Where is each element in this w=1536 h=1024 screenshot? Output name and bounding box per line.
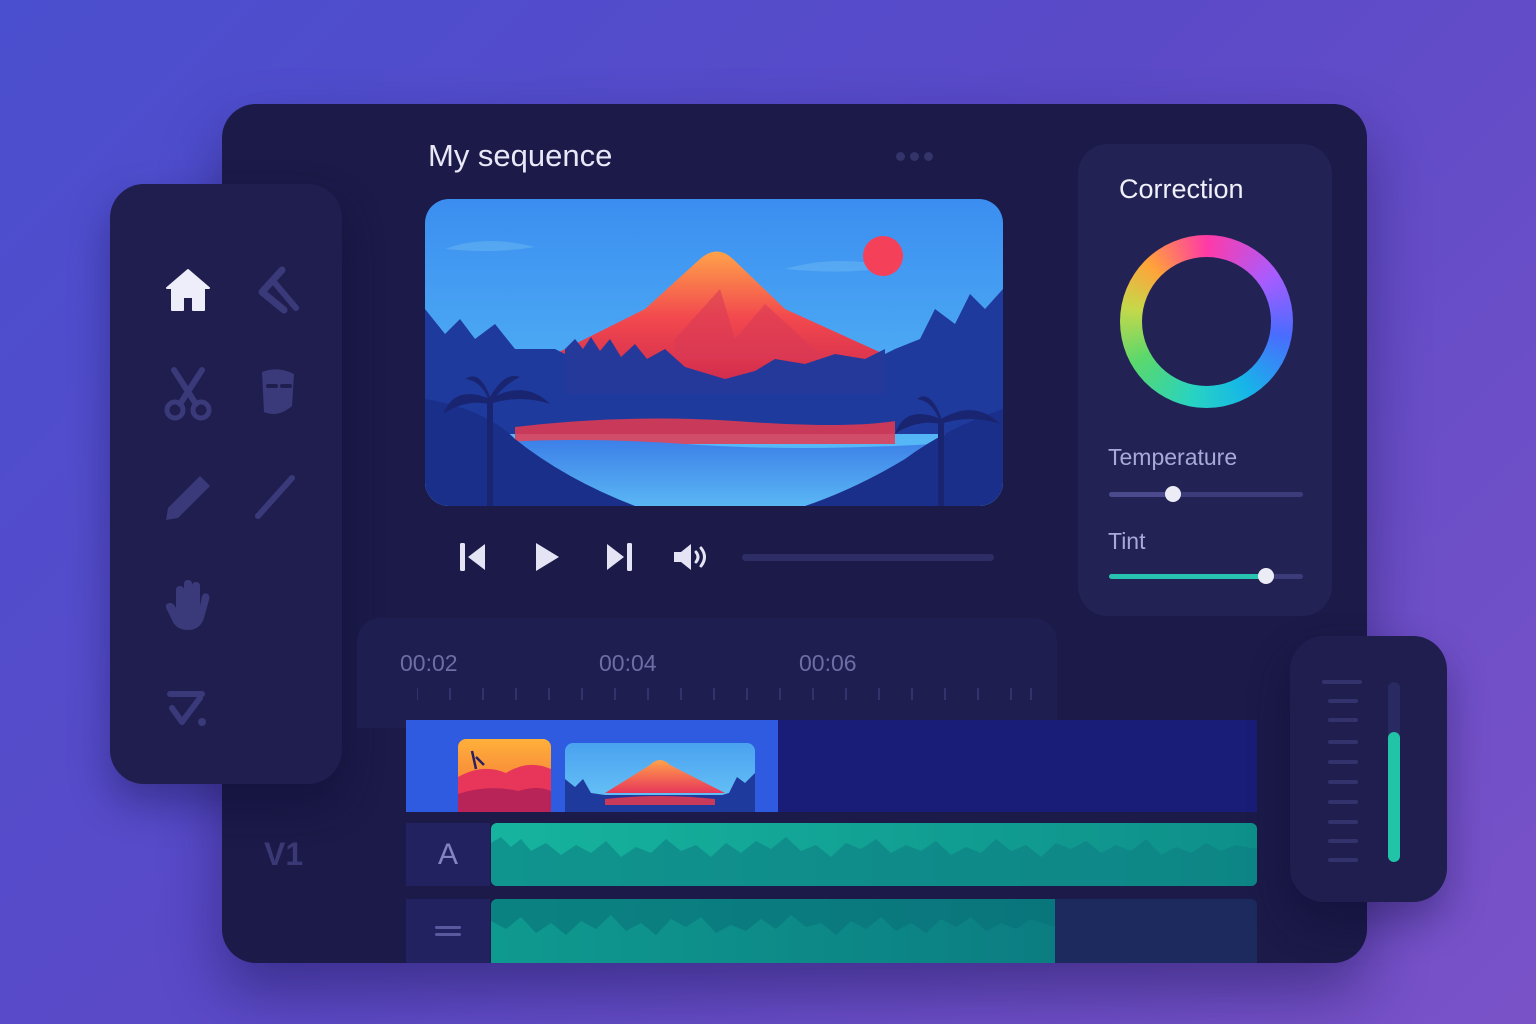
audio-track-2[interactable] <box>491 899 1257 963</box>
video-preview[interactable] <box>425 199 1003 506</box>
tool-mask[interactable] <box>252 368 304 420</box>
volume-button[interactable] <box>672 540 712 574</box>
skip-forward-icon <box>607 543 632 571</box>
tool-hand[interactable] <box>162 580 214 632</box>
volume-icon <box>674 544 706 570</box>
video-track[interactable] <box>406 720 1257 812</box>
sequence-title: My sequence <box>428 138 613 173</box>
audio-level-meter <box>1290 636 1447 902</box>
more-options-icon[interactable] <box>896 152 933 161</box>
level-meter-scale <box>1322 680 1400 862</box>
video-clip-thumbnail[interactable] <box>565 743 755 812</box>
video-track-label: V1 <box>264 836 304 872</box>
playback-progress-bar[interactable] <box>742 554 994 561</box>
tint-slider-fill <box>1109 574 1266 579</box>
ruler-ticks <box>417 688 1032 700</box>
temperature-label: Temperature <box>1108 444 1238 470</box>
drag-handle-icon <box>435 926 461 936</box>
tint-slider[interactable] <box>1109 568 1303 584</box>
checkmark-icon <box>167 691 206 726</box>
tool-pencil[interactable] <box>162 472 214 524</box>
audio-track-2-handle[interactable] <box>406 899 490 963</box>
tool-home[interactable] <box>162 264 214 316</box>
tint-label: Tint <box>1108 528 1146 554</box>
audio-track-label[interactable]: A <box>406 823 490 886</box>
skip-back-button[interactable] <box>458 540 488 574</box>
audio-waveform <box>491 899 1055 963</box>
tools-sidebar <box>110 184 342 784</box>
timeline-ruler[interactable] <box>357 618 1057 728</box>
tool-select[interactable] <box>250 264 302 316</box>
audio-waveform <box>491 823 1257 886</box>
correction-title: Correction <box>1119 174 1244 204</box>
play-button[interactable] <box>532 540 562 574</box>
scissors-icon <box>164 367 212 421</box>
skip-forward-button[interactable] <box>604 540 634 574</box>
play-icon <box>536 543 559 571</box>
timecode-label: 00:06 <box>799 650 857 676</box>
temperature-slider-thumb[interactable] <box>1165 486 1181 502</box>
skip-back-icon <box>460 543 485 571</box>
home-icon <box>166 269 210 311</box>
temperature-slider-fill <box>1109 492 1173 497</box>
audio-clip[interactable] <box>491 823 1257 886</box>
pencil-icon <box>166 476 210 520</box>
tool-check[interactable] <box>162 684 214 736</box>
mask-icon <box>262 369 294 414</box>
color-wheel[interactable] <box>1120 235 1293 408</box>
tint-slider-thumb[interactable] <box>1258 568 1274 584</box>
video-clip-thumbnail[interactable] <box>458 739 551 812</box>
arrow-select-icon <box>258 266 299 314</box>
tool-pen[interactable] <box>250 472 302 524</box>
tool-cut[interactable] <box>162 367 214 421</box>
hand-icon <box>165 580 210 630</box>
timecode-label: 00:04 <box>599 650 657 676</box>
pen-icon <box>255 475 295 519</box>
correction-panel: Correction Temperature Tint <box>1078 144 1332 616</box>
temperature-slider[interactable] <box>1109 486 1303 502</box>
timecode-label: 00:02 <box>400 650 458 676</box>
